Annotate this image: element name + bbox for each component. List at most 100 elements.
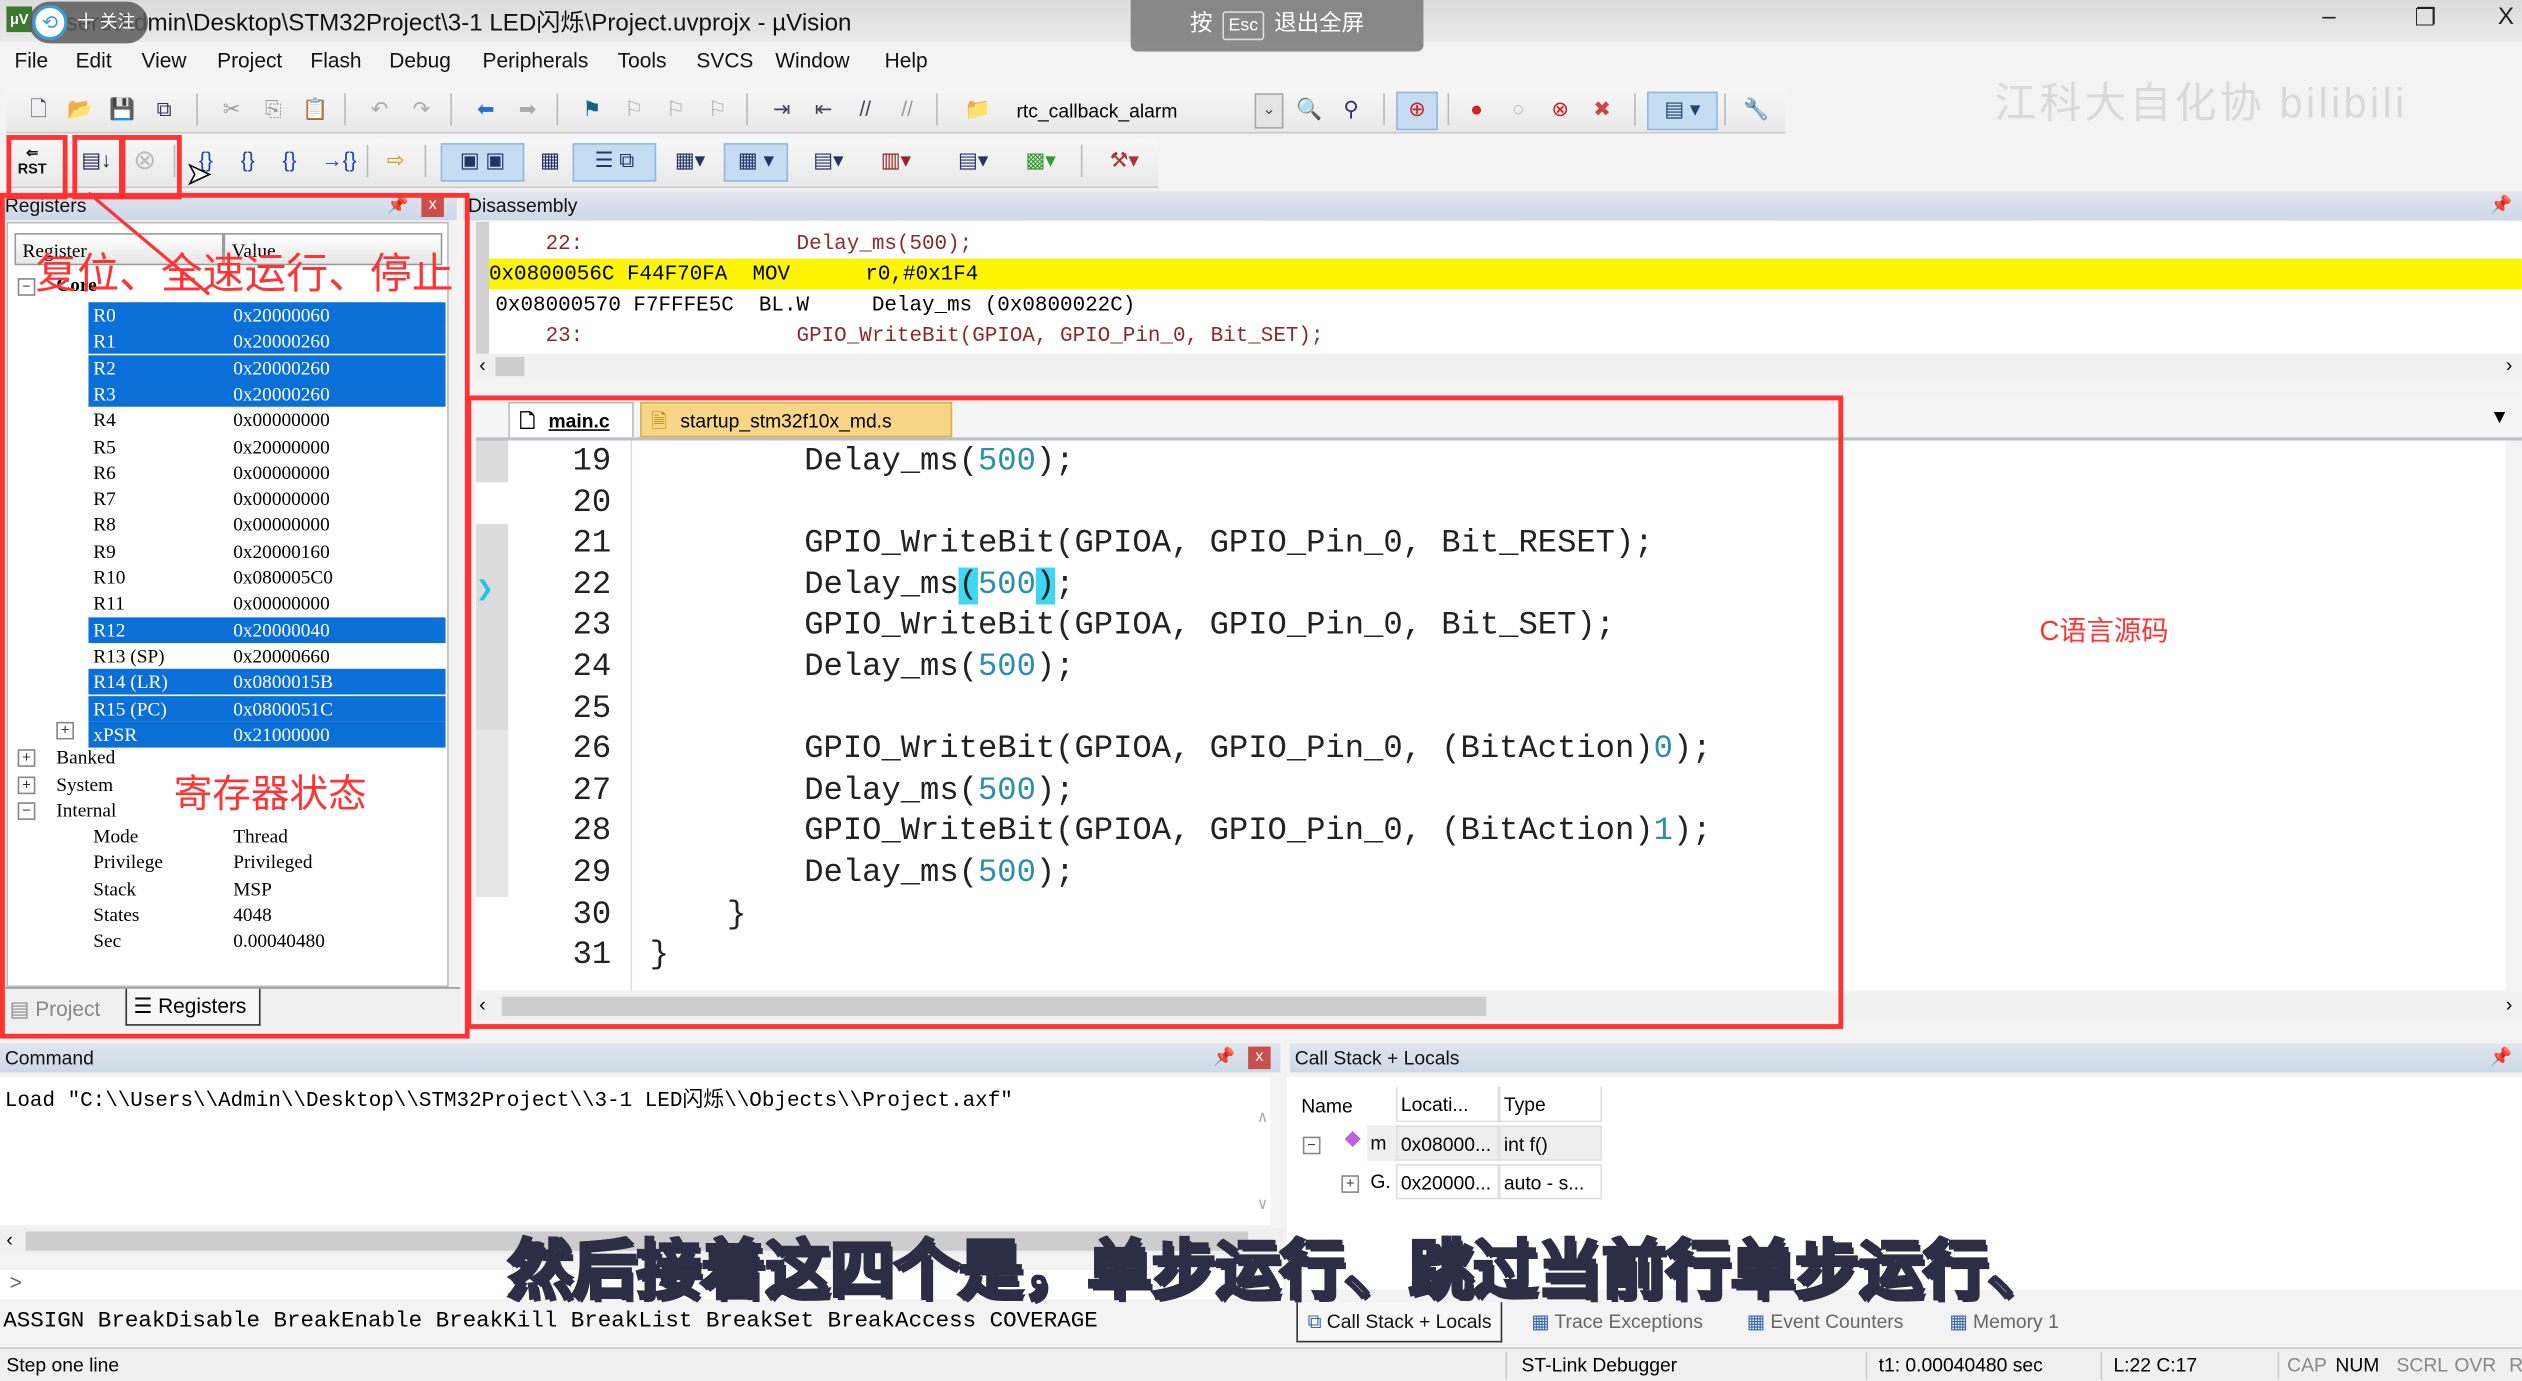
pin-icon[interactable]: 📌: [2490, 1043, 2512, 1072]
register-value[interactable]: 0x00000000: [233, 486, 330, 512]
code-line[interactable]: }: [650, 938, 669, 975]
minimize-button[interactable]: –: [2297, 3, 2361, 35]
register-value[interactable]: 0x0800051C: [233, 695, 333, 721]
register-value[interactable]: 0x20000260: [233, 381, 330, 407]
register-value[interactable]: 0x21000000: [233, 722, 330, 748]
expand-banked-icon[interactable]: +: [17, 749, 36, 767]
collapse-internal-icon[interactable]: −: [17, 802, 36, 820]
column-type[interactable]: Type: [1499, 1086, 1602, 1123]
pin-icon[interactable]: 📌: [386, 191, 408, 220]
menu-debug[interactable]: Debug: [389, 48, 451, 72]
register-row[interactable]: R7 0x00000000: [88, 486, 445, 512]
banked-group[interactable]: Banked: [56, 744, 115, 770]
register-value[interactable]: 0x00000000: [233, 407, 330, 433]
find-combo[interactable]: rtc_callback_alarm: [1017, 100, 1290, 129]
register-row[interactable]: R13 (SP) 0x20000660: [88, 643, 445, 669]
code-line[interactable]: GPIO_WriteBit(GPIOA, GPIO_Pin_0, (BitAct…: [650, 732, 1711, 769]
uncomment-icon[interactable]: //: [891, 93, 923, 125]
scroll-left-icon[interactable]: ‹: [479, 354, 485, 377]
watch-window-icon[interactable]: ▦▾: [666, 145, 714, 177]
register-row[interactable]: R4 0x00000000: [88, 407, 445, 433]
window-layout-icon[interactable]: ▤ ▾: [1647, 91, 1718, 131]
register-row[interactable]: R8 0x00000000: [88, 512, 445, 538]
column-name[interactable]: Name: [1296, 1087, 1396, 1122]
registers-window-toggle[interactable]: ☰ ⧉: [572, 143, 657, 182]
expand-xpsr-icon[interactable]: +: [56, 721, 74, 740]
scroll-down-icon[interactable]: ∨: [1258, 1196, 1268, 1216]
memory-window-toggle[interactable]: ▦ ▾: [723, 143, 789, 182]
expand-system-icon[interactable]: +: [17, 776, 36, 795]
code-line[interactable]: Delay_ms(500);: [650, 567, 1075, 605]
expand-local-icon[interactable]: +: [1341, 1175, 1360, 1193]
collapse-main-icon[interactable]: −: [1302, 1136, 1321, 1155]
redo-icon[interactable]: ↷: [405, 93, 437, 125]
unindent-icon[interactable]: ⇤: [807, 93, 839, 125]
next-bookmark-icon[interactable]: ⚐: [659, 93, 691, 125]
analysis-window-icon[interactable]: ▥▾: [869, 145, 924, 177]
register-row[interactable]: R9 0x20000160: [88, 538, 445, 564]
trace-window-icon[interactable]: ▤▾: [946, 145, 1001, 177]
command-window-toggle[interactable]: ▣ ▣: [440, 143, 525, 182]
register-row[interactable]: R15 (PC) 0x0800051C: [88, 695, 446, 722]
close-command-button[interactable]: x: [1248, 1046, 1271, 1070]
editor-hscrollbar[interactable]: ‹ ›: [476, 993, 2522, 1020]
code-line[interactable]: Delay_ms(500);: [650, 650, 1074, 687]
system-viewer-icon[interactable]: ▩▾: [1013, 145, 1068, 177]
menu-tools[interactable]: Tools: [618, 48, 667, 72]
disassembly-hscrollbar[interactable]: ‹ ›: [476, 353, 2522, 380]
serial-window-icon[interactable]: ▤▾: [801, 145, 856, 177]
column-location[interactable]: Locati...: [1396, 1086, 1500, 1123]
register-value[interactable]: 0x00000000: [233, 459, 330, 485]
navigate-forward-icon[interactable]: ➡: [511, 93, 543, 125]
code-line[interactable]: Delay_ms(500);: [650, 855, 1074, 892]
scroll-left-icon[interactable]: ‹: [6, 1228, 12, 1251]
clear-bookmarks-icon[interactable]: ⚐: [701, 93, 733, 125]
close-registers-button[interactable]: x: [421, 194, 444, 218]
scroll-left-icon[interactable]: ‹: [479, 994, 485, 1017]
register-row[interactable]: R11 0x00000000: [88, 591, 445, 617]
internal-row[interactable]: Privilege Privileged: [88, 849, 445, 875]
internal-row[interactable]: Mode Thread: [88, 823, 445, 849]
menu-svcs[interactable]: SVCS: [696, 48, 753, 72]
debug-session-icon[interactable]: ⊕: [1396, 91, 1438, 131]
register-row[interactable]: xPSR 0x21000000: [88, 721, 446, 748]
menu-window[interactable]: Window: [775, 48, 849, 72]
tab-startup-file[interactable]: 🗎 startup_stm32f10x_md.s: [640, 401, 953, 438]
prev-bookmark-icon[interactable]: ⚐: [618, 93, 650, 125]
pin-icon[interactable]: 📌: [2490, 191, 2512, 220]
callstack-row-name[interactable]: m: [1367, 1125, 1397, 1161]
register-value[interactable]: 0x20000040: [233, 617, 330, 643]
code-line[interactable]: GPIO_WriteBit(GPIOA, GPIO_Pin_0, (BitAct…: [650, 814, 1711, 851]
incremental-find-icon[interactable]: 🔍: [1293, 93, 1325, 125]
run-to-cursor-button[interactable]: →{}: [322, 145, 357, 177]
internal-row[interactable]: States 4048: [88, 902, 445, 928]
code-line[interactable]: GPIO_WriteBit(GPIOA, GPIO_Pin_0, Bit_RES…: [650, 526, 1653, 563]
insert-breakpoint-icon[interactable]: ●: [1460, 93, 1492, 125]
register-value[interactable]: 0x20000000: [233, 433, 330, 459]
tabs-dropdown-icon[interactable]: ▼: [2490, 405, 2509, 428]
disable-breakpoints-icon[interactable]: ⊗: [1544, 93, 1576, 125]
tab-project[interactable]: ▤ Project: [10, 992, 101, 1027]
register-value[interactable]: 0x20000260: [233, 328, 330, 354]
register-row[interactable]: R1 0x20000260: [88, 328, 446, 355]
internal-row[interactable]: Sec 0.00040480: [88, 928, 445, 954]
register-row[interactable]: R12 0x20000040: [88, 616, 446, 643]
find-icon[interactable]: ⚲: [1335, 93, 1367, 125]
register-row[interactable]: R14 (LR) 0x0800015B: [88, 669, 446, 695]
register-value[interactable]: 0x20000160: [233, 538, 330, 564]
enable-breakpoint-icon[interactable]: ○: [1502, 93, 1534, 125]
register-value[interactable]: 0x20000660: [233, 643, 330, 669]
scroll-thumb[interactable]: [501, 996, 1487, 1017]
comment-icon[interactable]: //: [849, 93, 881, 125]
undo-icon[interactable]: ↶: [363, 93, 395, 125]
tab-main-c[interactable]: 🗋 main.c: [508, 401, 634, 438]
disassembly-view[interactable]: 22: Delay_ms(500); 0x0800056C F44F70FA M…: [476, 221, 2522, 357]
find-in-files-icon[interactable]: 📁: [962, 93, 994, 125]
register-value[interactable]: 0x00000000: [233, 512, 330, 538]
menu-peripherals[interactable]: Peripherals: [483, 48, 589, 72]
restore-button[interactable]: ❐: [2393, 3, 2457, 35]
register-row[interactable]: R6 0x00000000: [88, 459, 445, 485]
configure-icon[interactable]: 🔧: [1740, 93, 1772, 125]
system-group[interactable]: System: [56, 772, 113, 798]
scroll-up-icon[interactable]: ∧: [1258, 1109, 1268, 1129]
